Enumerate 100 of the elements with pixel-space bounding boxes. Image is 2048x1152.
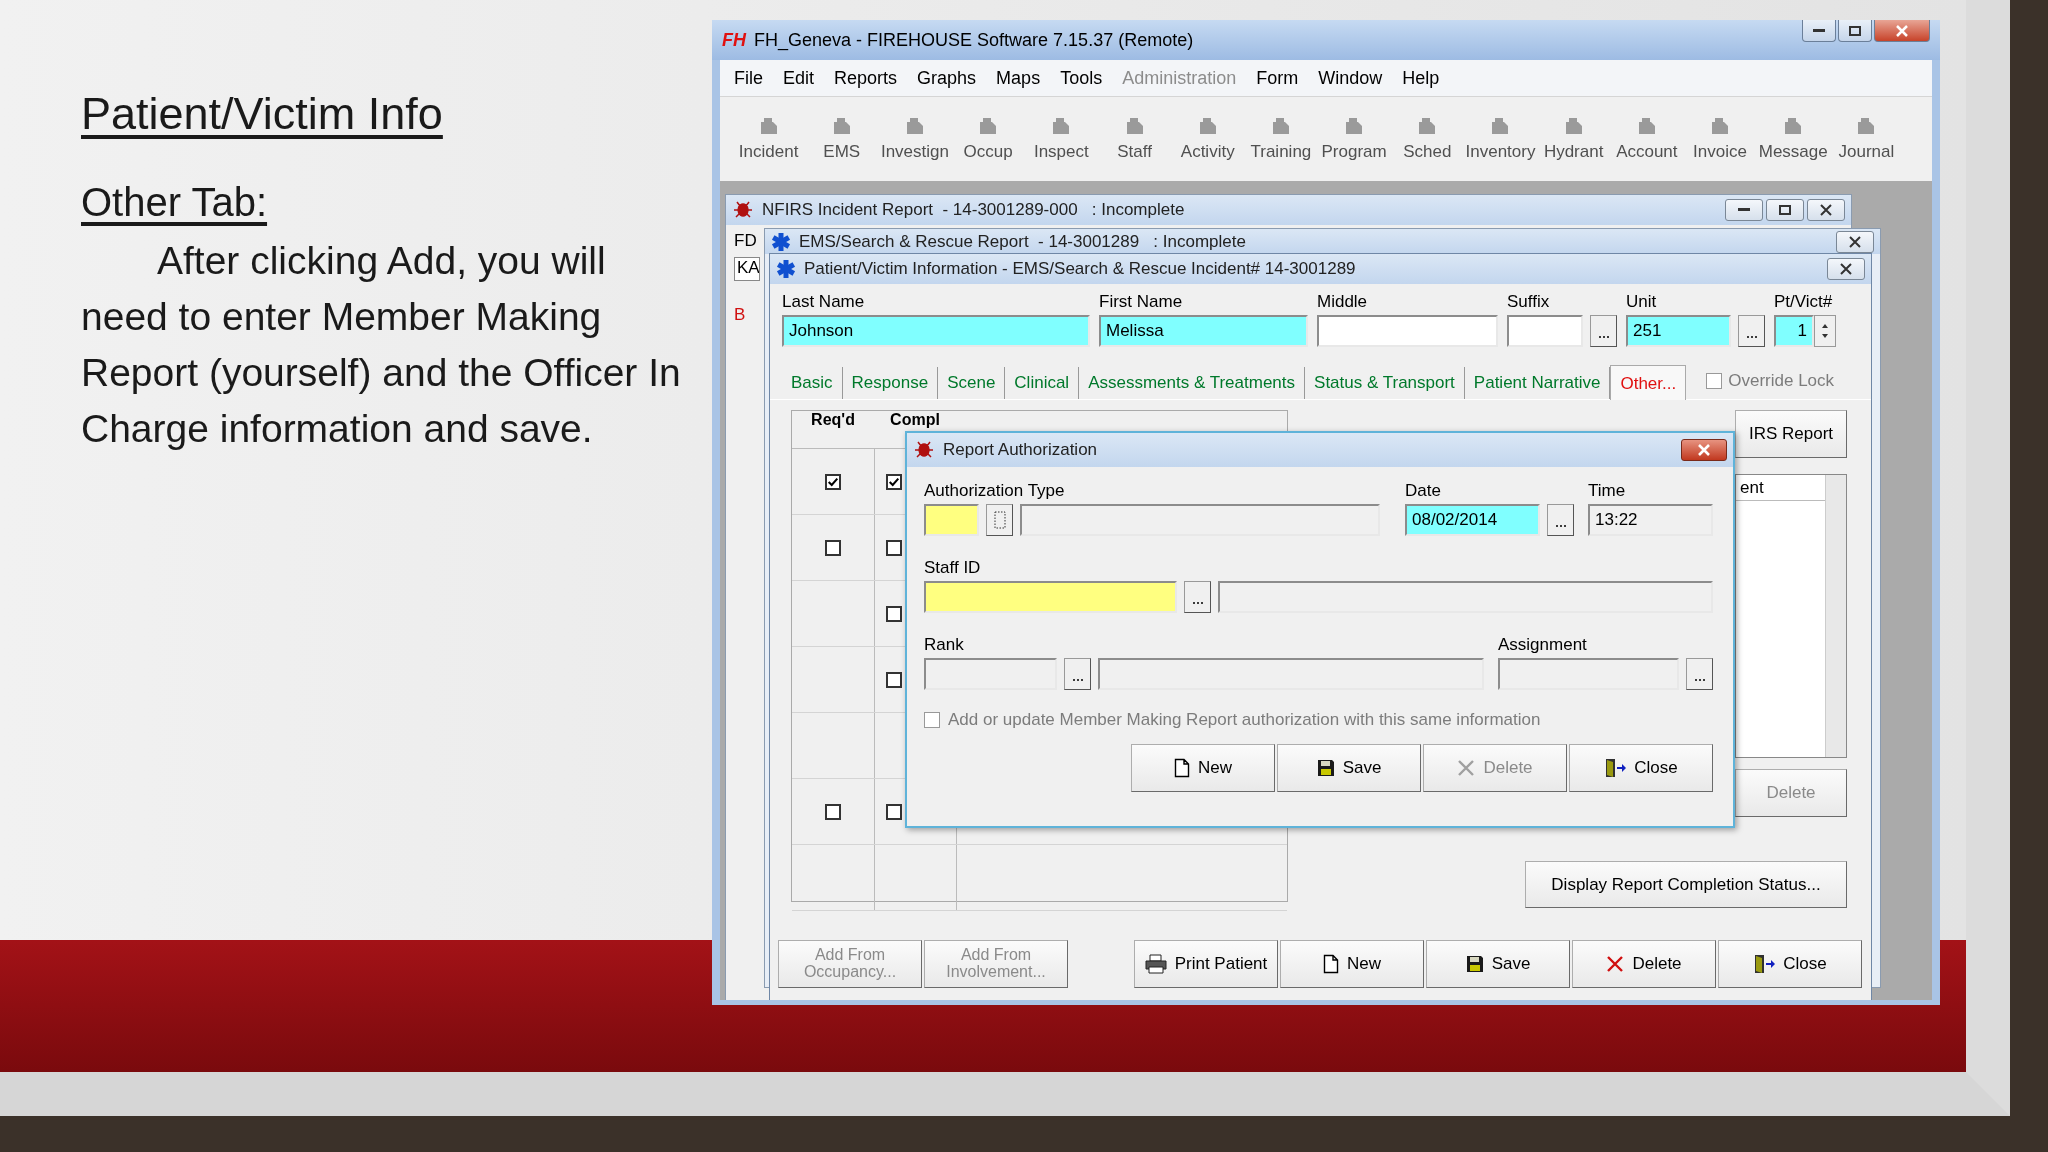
toolbar-button[interactable]: Inspect [1024, 116, 1098, 162]
spinner-control[interactable] [1814, 315, 1836, 347]
close-button[interactable] [1807, 199, 1845, 221]
input-field[interactable]: KA [734, 257, 760, 281]
browse-button[interactable] [986, 504, 1013, 536]
input-field[interactable] [924, 504, 979, 536]
lookup-button[interactable] [1590, 315, 1617, 347]
input-field[interactable] [1507, 315, 1583, 347]
report-button[interactable]: IRS Report [1735, 410, 1847, 458]
input-field[interactable] [1218, 581, 1713, 613]
menu-item[interactable]: File [734, 67, 763, 89]
lookup-button[interactable] [1064, 658, 1091, 690]
input-field[interactable]: Melissa [1099, 315, 1308, 347]
menu-item[interactable]: Window [1318, 67, 1383, 89]
input-field[interactable] [924, 658, 1057, 690]
dialog-button[interactable]: New [1131, 744, 1275, 792]
input-field[interactable] [1098, 658, 1484, 690]
close-button[interactable] [1681, 439, 1727, 461]
input-field[interactable]: 1 [1774, 315, 1814, 347]
input-field[interactable]: Johnson [782, 315, 1090, 347]
field-label: Middle [1317, 292, 1369, 312]
ellipsis-icon [1597, 335, 1610, 339]
menu-item[interactable]: Edit [783, 67, 815, 89]
input-field[interactable] [1317, 315, 1498, 347]
field-label: Suffix [1507, 292, 1551, 312]
menu-item[interactable]: Form [1256, 67, 1299, 89]
toolbar-button[interactable]: Account [1610, 116, 1684, 162]
menu-item[interactable]: Tools [1060, 67, 1103, 89]
door-icon [1753, 954, 1776, 974]
action-button[interactable]: Save [1426, 940, 1570, 988]
door-icon [1604, 758, 1627, 778]
toolbar-button[interactable]: Inventory [1463, 116, 1538, 162]
maximize-button[interactable] [1838, 20, 1872, 42]
bug-icon [913, 440, 935, 460]
maximize-button[interactable] [1766, 199, 1804, 221]
field-label: Last Name [782, 292, 866, 312]
toolbar-button[interactable]: Sched [1390, 116, 1464, 162]
action-button[interactable]: Print Patient [1134, 940, 1278, 988]
checkbox[interactable] [886, 539, 902, 556]
toolbar-button[interactable]: Program [1317, 116, 1391, 162]
input-field[interactable]: 251 [1626, 315, 1731, 347]
menu-item[interactable]: Maps [996, 67, 1041, 89]
tab[interactable]: Status & Transport [1305, 367, 1465, 399]
lookup-button[interactable] [1184, 581, 1211, 613]
tab[interactable]: Scene [938, 367, 1006, 399]
tab[interactable]: Other... [1610, 365, 1687, 400]
window-title: EMS/Search & Rescue Report - 14-3001289 : Incomplete [799, 231, 1246, 252]
menu-item[interactable]: Graphs [917, 67, 977, 89]
tab[interactable]: Response [842, 367, 939, 399]
toolbar-button[interactable]: Investign [878, 116, 952, 162]
action-button[interactable]: New [1280, 940, 1424, 988]
checkbox[interactable] [825, 473, 841, 490]
toolbar-button[interactable]: Activity [1171, 116, 1245, 162]
time-field[interactable]: 13:22 [1588, 504, 1713, 536]
close-icon [1840, 263, 1852, 275]
checkbox[interactable] [886, 671, 902, 688]
tab[interactable]: Basic [782, 367, 843, 399]
maximize-icon [1849, 25, 1861, 36]
checkbox[interactable] [825, 539, 841, 556]
input-field[interactable] [1020, 504, 1380, 536]
slide-title: Patient/Victim Info [81, 88, 444, 140]
scrollbar[interactable] [1825, 475, 1846, 757]
toolbar-button[interactable]: Staff [1097, 116, 1172, 162]
cross-icon [1457, 759, 1476, 777]
field-label: Staff ID [924, 558, 982, 578]
date-picker-button[interactable] [1547, 504, 1574, 536]
toolbar-button[interactable]: Incident [732, 116, 806, 162]
date-field[interactable]: 08/02/2014 [1405, 504, 1540, 536]
close-button[interactable] [1836, 230, 1874, 253]
checkbox[interactable] [886, 473, 902, 490]
checkbox[interactable] [886, 803, 902, 820]
toolbar-button[interactable]: Invoice [1683, 116, 1757, 162]
field-label: Pt/Vict# [1774, 292, 1834, 312]
input-field[interactable] [924, 581, 1177, 613]
toolbar-button[interactable]: Training [1244, 116, 1318, 162]
dialog-button[interactable]: Close [1569, 744, 1713, 792]
checkbox[interactable] [825, 803, 841, 820]
input-field[interactable] [1498, 658, 1679, 690]
tab[interactable]: Assessments & Treatments [1079, 367, 1306, 399]
minimize-button[interactable] [1802, 20, 1836, 42]
dialog-button[interactable]: Save [1277, 744, 1421, 792]
completion-status-button[interactable]: Display Report Completion Status... [1525, 861, 1847, 908]
tab[interactable]: Clinical [1005, 367, 1080, 399]
field-label: First Name [1099, 292, 1184, 312]
toolbar-button[interactable]: EMS [805, 116, 879, 162]
toolbar-button[interactable]: Message [1756, 116, 1830, 162]
checkbox[interactable] [886, 605, 902, 622]
lookup-button[interactable] [1738, 315, 1765, 347]
menu-item[interactable]: Reports [834, 67, 898, 89]
lookup-button[interactable] [1686, 658, 1713, 690]
close-button[interactable] [1827, 258, 1865, 280]
minimize-button[interactable] [1725, 199, 1763, 221]
menu-item[interactable]: Help [1402, 67, 1440, 89]
toolbar-button[interactable]: Occup [951, 116, 1025, 162]
toolbar-button[interactable]: Journal [1829, 116, 1903, 162]
app-logo: FH [722, 29, 746, 51]
toolbar-button[interactable]: Hydrant [1537, 116, 1611, 162]
action-button[interactable]: Close [1718, 940, 1862, 988]
action-button[interactable]: Delete [1572, 940, 1716, 988]
tab[interactable]: B [734, 305, 746, 325]
